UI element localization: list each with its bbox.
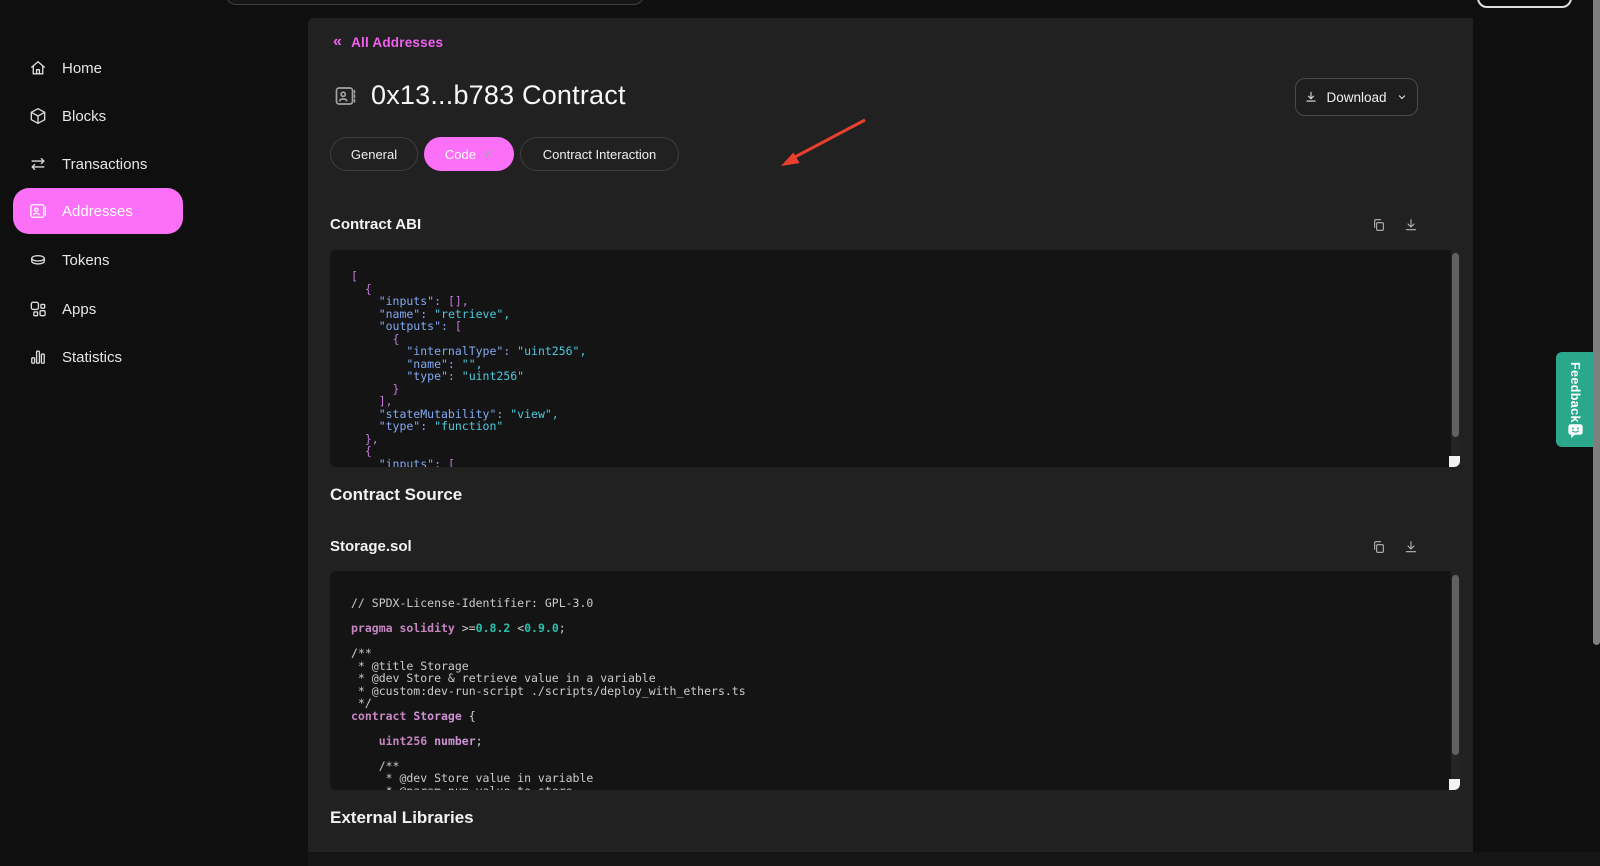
resize-handle[interactable] <box>1449 779 1460 790</box>
double-chevron-left-icon: « <box>333 33 342 51</box>
download-abi-button[interactable] <box>1403 217 1419 233</box>
sidebar-item-label: Statistics <box>62 349 122 366</box>
contract-source-title: Contract Source <box>330 485 462 505</box>
page-scrollbar[interactable] <box>1593 0 1600 645</box>
sidebar-item-label: Transactions <box>62 156 147 173</box>
transactions-icon <box>28 154 48 174</box>
sidebar-item-label: Home <box>62 60 102 77</box>
copy-icon <box>1371 539 1387 555</box>
tab-label: Code <box>445 147 476 162</box>
source-file-name: Storage.sol <box>330 538 412 555</box>
top-right-button[interactable] <box>1477 0 1572 8</box>
sidebar-item-transactions[interactable]: Transactions <box>13 141 183 187</box>
tab-contract-interaction[interactable]: Contract Interaction <box>520 137 679 171</box>
sidebar: Home Blocks Transactions Addresses Token… <box>0 0 308 866</box>
source-scrollbar-thumb[interactable] <box>1452 575 1459 755</box>
abi-scrollbar[interactable] <box>1451 250 1460 467</box>
main-panel: « All Addresses 0x13...b783 Contract Dow… <box>308 18 1473 852</box>
tokens-icon <box>28 250 48 270</box>
download-button[interactable]: Download <box>1295 78 1418 116</box>
annotation-arrow <box>763 114 878 179</box>
contract-source-code: // SPDX-License-Identifier: GPL-3.0pragm… <box>351 597 1440 790</box>
contact-card-icon <box>333 84 357 108</box>
sidebar-item-blocks[interactable]: Blocks <box>13 93 183 139</box>
tab-code[interactable]: Code ✓ <box>424 137 514 171</box>
download-icon <box>1403 539 1419 555</box>
sidebar-item-label: Tokens <box>62 252 110 269</box>
download-label: Download <box>1326 90 1386 105</box>
checkmark-icon: ✓ <box>483 147 493 161</box>
apps-icon <box>28 299 48 319</box>
chevron-down-icon <box>1395 90 1409 104</box>
tab-general[interactable]: General <box>330 137 418 171</box>
sidebar-item-label: Blocks <box>62 108 106 125</box>
sidebar-item-home[interactable]: Home <box>13 45 183 91</box>
statistics-icon <box>28 347 48 367</box>
source-scrollbar[interactable] <box>1451 571 1460 790</box>
sidebar-item-statistics[interactable]: Statistics <box>13 334 183 380</box>
sidebar-item-label: Addresses <box>62 203 133 220</box>
sidebar-item-label: Apps <box>62 301 96 318</box>
title-row: 0x13...b783 Contract <box>333 80 626 111</box>
copy-source-button[interactable] <box>1371 539 1387 555</box>
tab-label: General <box>351 147 397 162</box>
home-icon <box>28 58 48 78</box>
download-icon <box>1304 90 1318 104</box>
sidebar-item-addresses[interactable]: Addresses <box>13 188 183 234</box>
addresses-icon <box>28 201 48 221</box>
bottom-edge <box>308 852 1600 866</box>
external-libraries-title: External Libraries <box>330 808 474 828</box>
breadcrumb-label: All Addresses <box>351 35 443 50</box>
copy-abi-button[interactable] <box>1371 217 1387 233</box>
contract-source-code-block[interactable]: // SPDX-License-Identifier: GPL-3.0pragm… <box>330 571 1460 790</box>
breadcrumb-all-addresses[interactable]: « All Addresses <box>333 33 443 51</box>
contract-abi-code: [ { "inputs": [], "name": "retrieve", "o… <box>351 270 1440 467</box>
page-title: 0x13...b783 Contract <box>371 80 626 111</box>
sidebar-item-apps[interactable]: Apps <box>13 286 183 332</box>
feedback-tab[interactable]: Feedback <box>1556 352 1594 447</box>
feedback-label: Feedback <box>1568 362 1582 423</box>
copy-icon <box>1371 217 1387 233</box>
contract-abi-title: Contract ABI <box>330 216 421 233</box>
resize-handle[interactable] <box>1449 456 1460 467</box>
download-icon <box>1403 217 1419 233</box>
chat-smiley-icon <box>1567 423 1584 439</box>
download-source-button[interactable] <box>1403 539 1419 555</box>
tab-bar: General Code ✓ Contract Interaction <box>330 137 679 171</box>
abi-scrollbar-thumb[interactable] <box>1452 253 1459 437</box>
tab-label: Contract Interaction <box>543 147 656 162</box>
sidebar-item-tokens[interactable]: Tokens <box>13 237 183 283</box>
contract-abi-code-block[interactable]: [ { "inputs": [], "name": "retrieve", "o… <box>330 250 1460 467</box>
blocks-icon <box>28 106 48 126</box>
